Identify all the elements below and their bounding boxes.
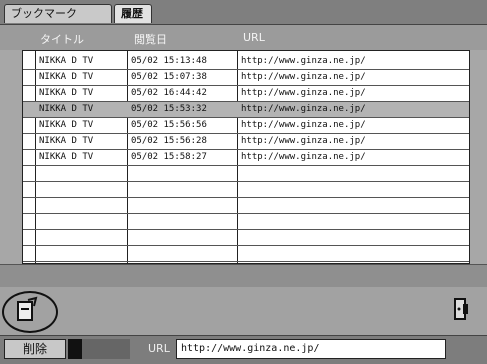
table-row[interactable]: NIKKA D TV 05/02 15:53:32 http://www.ginza… — [23, 102, 469, 118]
status-field — [82, 339, 130, 359]
tab-history[interactable]: 履歴 — [114, 4, 152, 23]
row-date: 05/02 15:58:27 — [131, 152, 207, 162]
empty-table-row[interactable] — [23, 246, 469, 262]
column-header-date[interactable]: 閲覧日 — [134, 31, 167, 47]
delete-button[interactable]: 削除 — [4, 339, 66, 359]
empty-table-row[interactable] — [23, 182, 469, 198]
row-title: NIKKA D TV — [39, 104, 94, 114]
row-date: 05/02 15:56:28 — [131, 136, 207, 146]
row-url: http://www.ginza.ne.jp/ — [241, 56, 366, 66]
empty-table-row[interactable] — [23, 198, 469, 214]
row-url: http://www.ginza.ne.jp/ — [241, 120, 366, 130]
row-url: http://www.ginza.ne.jp/ — [241, 152, 366, 162]
table-row[interactable]: NIKKA D TV 05/02 15:56:28 http://www.ginza… — [23, 134, 469, 150]
horizontal-scrollbar[interactable] — [0, 264, 487, 288]
row-date: 05/02 16:44:42 — [131, 88, 207, 98]
row-title: NIKKA D TV — [39, 136, 94, 146]
column-header-title[interactable]: タイトル — [40, 31, 84, 47]
tab-bar: ブックマーク 履歴 — [0, 0, 487, 25]
tab-bookmarks[interactable]: ブックマーク — [4, 4, 112, 23]
empty-table-row[interactable] — [23, 166, 469, 182]
table-row[interactable]: NIKKA D TV 05/02 15:13:48 http://www.ginza… — [23, 54, 469, 70]
tool-area — [0, 287, 487, 335]
row-title: NIKKA D TV — [39, 152, 94, 162]
page-icon[interactable] — [14, 296, 40, 324]
table-row[interactable]: NIKKA D TV 05/02 15:07:38 http://www.ginza… — [23, 70, 469, 86]
row-date: 05/02 15:07:38 — [131, 72, 207, 82]
status-indicator — [68, 339, 82, 359]
column-header-url[interactable]: URL — [243, 31, 265, 44]
row-url: http://www.ginza.ne.jp/ — [241, 104, 366, 114]
column-header-row: タイトル 閲覧日 URL — [0, 25, 487, 50]
row-title: NIKKA D TV — [39, 120, 94, 130]
url-input[interactable]: http://www.ginza.ne.jp/ — [176, 339, 446, 359]
row-url: http://www.ginza.ne.jp/ — [241, 88, 366, 98]
row-date: 05/02 15:53:32 — [131, 104, 207, 114]
row-url: http://www.ginza.ne.jp/ — [241, 72, 366, 82]
empty-table-row[interactable] — [23, 230, 469, 246]
table-row[interactable]: NIKKA D TV 05/02 15:58:27 http://www.ginza… — [23, 150, 469, 166]
row-date: 05/02 15:13:48 — [131, 56, 207, 66]
url-label: URL — [148, 342, 170, 355]
table-row[interactable]: NIKKA D TV 05/02 15:56:56 http://www.ginza… — [23, 118, 469, 134]
row-title: NIKKA D TV — [39, 56, 94, 66]
empty-table-row[interactable] — [23, 214, 469, 230]
row-date: 05/02 15:56:56 — [131, 120, 207, 130]
table-row[interactable]: NIKKA D TV 05/02 16:44:42 http://www.ginza… — [23, 86, 469, 102]
history-table: NIKKA D TV 05/02 15:13:48 http://www.ginza… — [22, 50, 470, 264]
door-icon[interactable] — [450, 296, 472, 322]
row-title: NIKKA D TV — [39, 88, 94, 98]
row-url: http://www.ginza.ne.jp/ — [241, 136, 366, 146]
row-title: NIKKA D TV — [39, 72, 94, 82]
